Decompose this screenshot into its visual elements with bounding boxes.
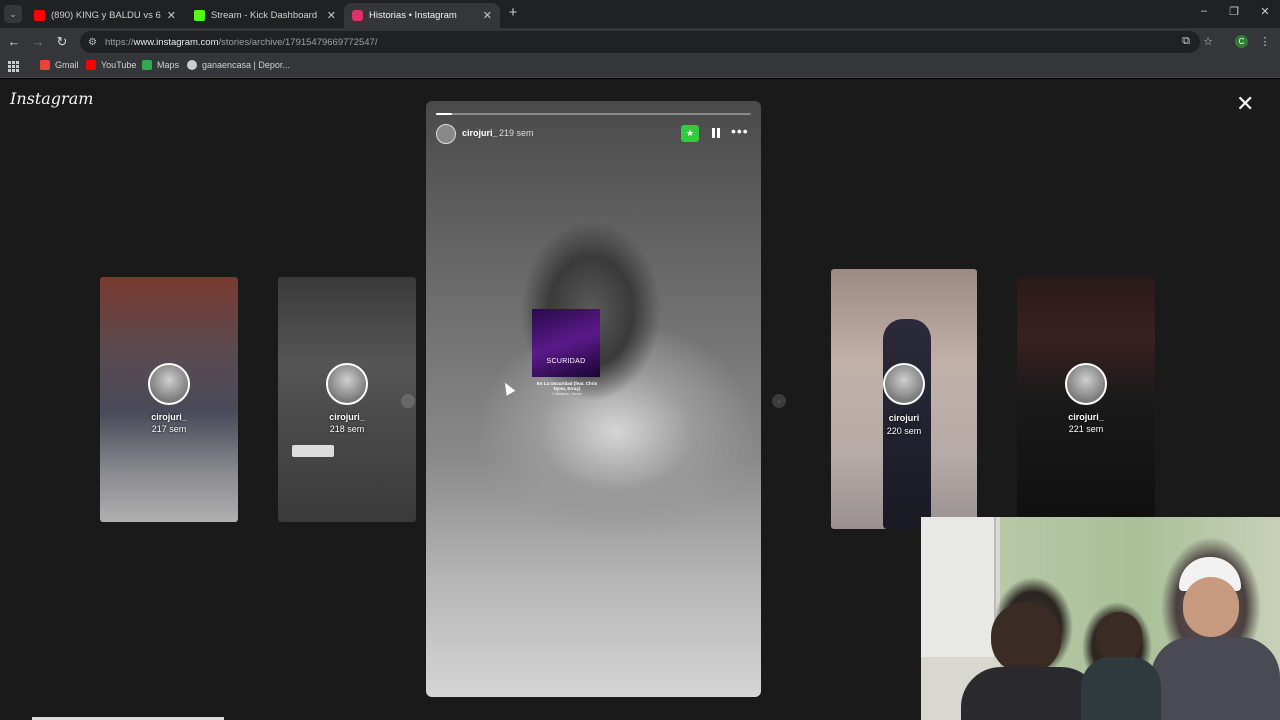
tab-instagram[interactable]: Historias • Instagram ✕: [344, 3, 500, 28]
apps-grid-icon[interactable]: [8, 61, 19, 72]
browser-toolbar: ← → ↻ ⚙ https://www.instagram.com/storie…: [0, 28, 1280, 56]
browser-menu-icon[interactable]: ⋮: [1258, 35, 1272, 48]
story-time: 220 sem: [886, 426, 922, 436]
story-preview-card[interactable]: cirojuri_ 221 sem: [1017, 277, 1155, 517]
back-arrow-icon[interactable]: ←: [6, 34, 22, 50]
story-time: 221 sem: [1068, 424, 1104, 434]
avatar: [148, 363, 190, 405]
url-host: www.instagram.com: [133, 36, 219, 48]
person-torso: [961, 667, 1101, 720]
bookmark-star-icon[interactable]: ☆: [1201, 35, 1215, 48]
close-tab-icon[interactable]: ✕: [327, 9, 336, 22]
site-info-icon[interactable]: ⚙: [88, 37, 97, 48]
bookmark-ganaencasa[interactable]: ganaencasa | Depor...: [187, 60, 290, 70]
reload-icon[interactable]: ↻: [54, 34, 70, 50]
tab-title: (890) KING y BALDU vs 6TN y JI: [51, 10, 161, 21]
story-username[interactable]: cirojuri_: [462, 128, 498, 138]
restore-icon[interactable]: ❐: [1225, 5, 1243, 18]
close-friends-star-icon: ★: [681, 125, 699, 142]
person-figure: [883, 319, 931, 529]
gmail-icon: [40, 60, 50, 70]
bookmark-label: ganaencasa | Depor...: [202, 60, 290, 70]
album-cover: SCURIDAD: [532, 309, 600, 377]
youtube-icon: [86, 60, 96, 70]
story-username: cirojuri_: [1068, 412, 1104, 422]
tab-strip: ⌄ (890) KING y BALDU vs 6TN y JI ✕ Strea…: [0, 0, 1280, 28]
story-preview-card[interactable]: cirojuri 220 sem: [831, 269, 977, 529]
instagram-logo[interactable]: Instagram: [10, 89, 93, 108]
bookmarks-bar: Gmail YouTube Maps ganaencasa | Depor...: [0, 56, 1280, 78]
person-torso: [1081, 657, 1161, 720]
story-username: cirojuri_: [151, 412, 187, 422]
url-path: /stories/archive/17915479669772547/: [218, 36, 378, 48]
profile-avatar[interactable]: C: [1235, 35, 1248, 48]
instagram-favicon-icon: [352, 10, 363, 21]
album-cover-text: SCURIDAD: [546, 358, 586, 365]
close-icon[interactable]: ✕: [1236, 93, 1254, 115]
story-time: 219 sem: [499, 128, 534, 138]
story-time: 217 sem: [151, 424, 187, 434]
song-title: En La Oscuridad (feat. Chris Nyno, Erray…: [536, 381, 598, 391]
close-tab-icon[interactable]: ✕: [483, 9, 492, 22]
person-head: [991, 602, 1061, 674]
sticker-box: [292, 445, 334, 457]
bookmark-maps[interactable]: Maps: [142, 60, 179, 70]
next-story-icon[interactable]: ›: [772, 394, 786, 408]
new-tab-icon[interactable]: +: [505, 5, 521, 21]
story-preview-card[interactable]: cirojuri_ 218 sem: [278, 277, 416, 522]
bookmark-gmail[interactable]: Gmail: [40, 60, 79, 70]
story-progress-bar: [436, 113, 751, 115]
maps-icon: [142, 60, 152, 70]
tab-search-button[interactable]: ⌄: [4, 5, 22, 23]
tab-title: Historias • Instagram: [369, 10, 457, 21]
music-sticker[interactable]: SCURIDAD En La Oscuridad (feat. Chris Ny…: [532, 309, 602, 409]
person-torso: [1151, 637, 1280, 720]
install-app-icon[interactable]: ⧉: [1179, 35, 1193, 48]
bookmark-youtube[interactable]: YouTube: [86, 60, 136, 70]
bookmark-label: Maps: [157, 60, 180, 70]
face: [1183, 577, 1239, 637]
forward-arrow-icon[interactable]: →: [30, 34, 46, 50]
progress-fill: [436, 113, 452, 115]
avatar: [1065, 363, 1107, 405]
tab-title: Stream - Kick Dashboard: [211, 10, 318, 21]
story-time: 218 sem: [329, 424, 365, 434]
song-artist: J Álvarez, Genio: [552, 391, 582, 396]
person-head: [1096, 612, 1142, 662]
youtube-favicon-icon: [34, 10, 45, 21]
more-options-icon[interactable]: •••: [731, 123, 749, 139]
kick-favicon-icon: [194, 10, 205, 21]
close-tab-icon[interactable]: ✕: [167, 9, 176, 22]
tab-youtube[interactable]: (890) KING y BALDU vs 6TN y JI ✕: [26, 3, 184, 28]
story-preview-card[interactable]: cirojuri_ 217 sem: [100, 277, 238, 522]
close-window-icon[interactable]: ✕: [1256, 5, 1274, 18]
globe-icon: [187, 60, 197, 70]
bookmark-label: YouTube: [101, 60, 137, 70]
tab-kick[interactable]: Stream - Kick Dashboard ✕: [186, 3, 344, 28]
webcam-overlay: [921, 517, 1280, 720]
fridge-background: [921, 517, 996, 657]
minimize-icon[interactable]: –: [1195, 5, 1213, 17]
previous-story-icon[interactable]: ‹: [401, 394, 415, 408]
current-story[interactable]: cirojuri_ 219 sem ★ ••• SCURIDAD En La O…: [426, 101, 761, 697]
avatar: [326, 363, 368, 405]
address-bar[interactable]: ⚙ https://www.instagram.com/stories/arch…: [80, 31, 1200, 53]
pause-icon[interactable]: [709, 125, 723, 142]
bookmark-label: Gmail: [55, 60, 79, 70]
avatar[interactable]: [436, 124, 456, 144]
story-username: cirojuri_: [329, 412, 365, 422]
avatar: [883, 363, 925, 405]
story-username: cirojuri: [888, 413, 920, 423]
url-scheme: https://: [104, 36, 134, 48]
